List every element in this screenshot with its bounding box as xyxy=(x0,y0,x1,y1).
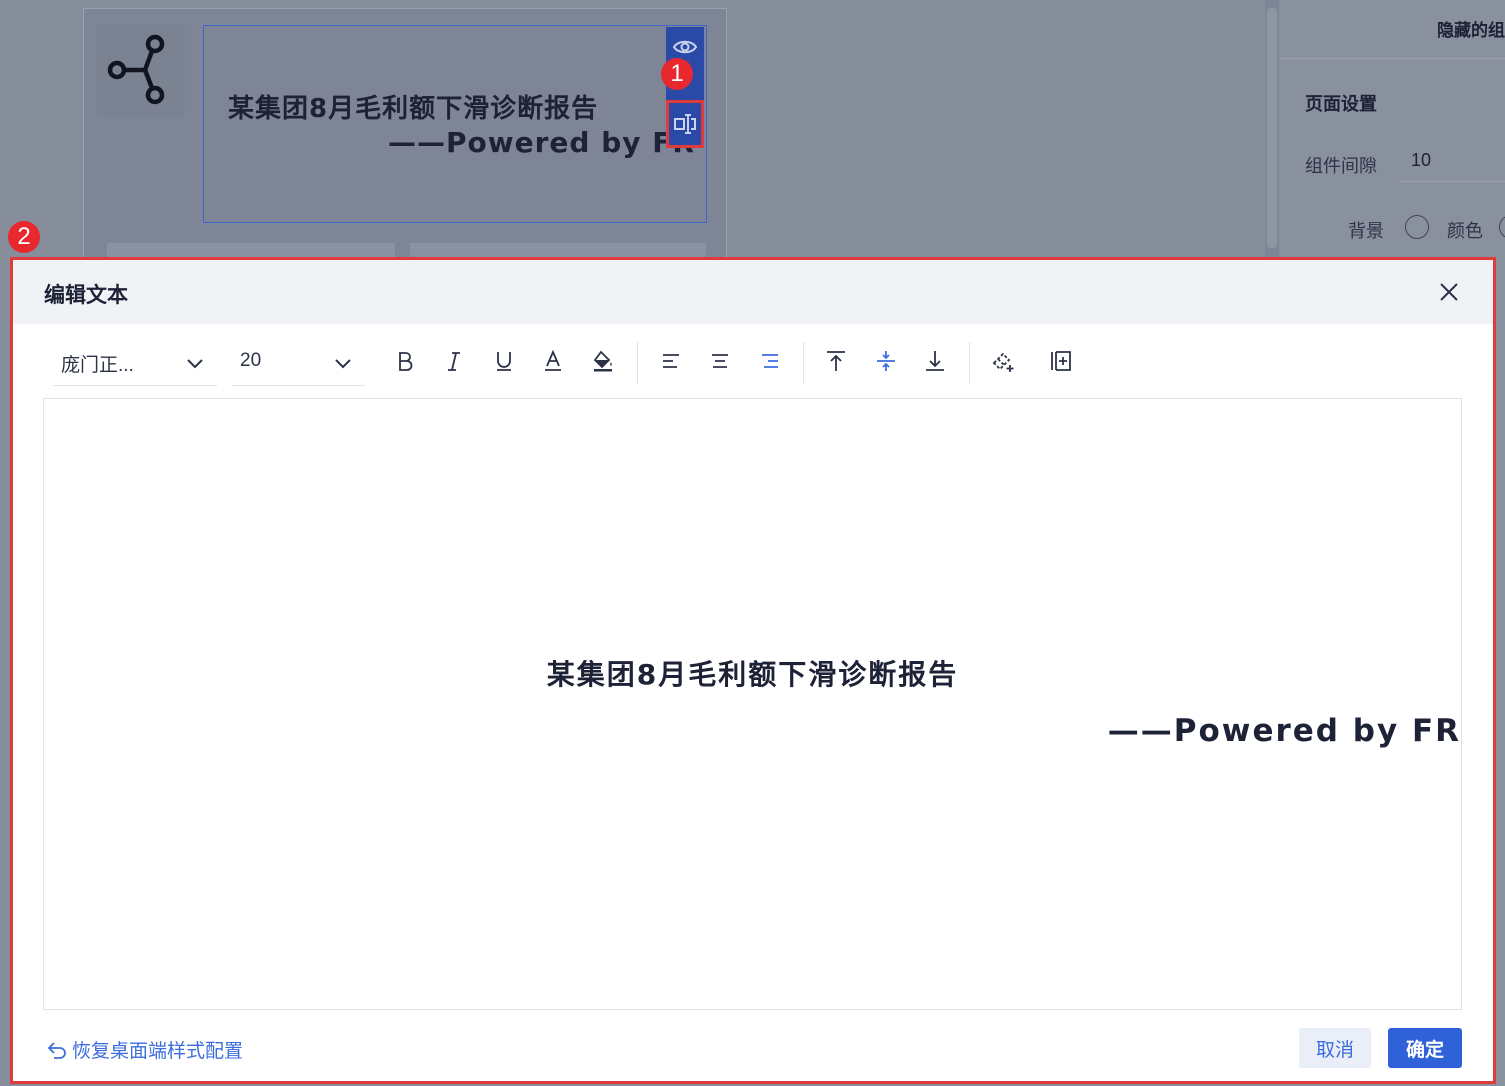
component-gap-value: 10 xyxy=(1411,150,1432,170)
rich-text-editor[interactable]: 某集团8月毛利额下滑诊断报告 ——Powered by FR xyxy=(43,398,1462,1010)
italic-button[interactable] xyxy=(437,344,471,378)
edit-text-dialog: 编辑文本 庞门正... 20 某集团8月毛利额下滑诊断报告 ——Powered … xyxy=(13,260,1493,1081)
editor-text-line1[interactable]: 某集团8月毛利额下滑诊断报告 xyxy=(44,653,1461,693)
underline-button[interactable] xyxy=(487,344,521,378)
restore-desktop-style-link[interactable]: 恢复桌面端样式配置 xyxy=(46,1036,243,1063)
canvas-title-line2: ——Powered by FR xyxy=(388,126,695,159)
canvas-scrollbar-thumb[interactable] xyxy=(1267,8,1277,248)
fill-color-button[interactable] xyxy=(586,344,620,378)
undo-icon xyxy=(47,1041,66,1059)
chevron-down-icon xyxy=(335,359,351,369)
clear-format-icon xyxy=(992,352,1014,372)
annotation-badge-1: 1 xyxy=(661,58,693,90)
insert-column-icon xyxy=(1051,351,1071,371)
font-color-icon xyxy=(545,350,561,371)
align-center-button[interactable] xyxy=(703,344,737,378)
valign-bottom-icon xyxy=(926,351,944,371)
align-center-icon xyxy=(712,354,728,368)
text-format-toolbar: 庞门正... 20 xyxy=(13,324,1493,396)
dialog-title: 编辑文本 xyxy=(44,284,128,307)
close-button[interactable] xyxy=(1437,280,1461,304)
close-icon xyxy=(1440,283,1458,301)
align-left-button[interactable] xyxy=(654,344,688,378)
eye-icon xyxy=(672,40,698,54)
background-color-label: 颜色 xyxy=(1447,221,1483,241)
valign-top-icon xyxy=(827,351,845,371)
confirm-button[interactable]: 确定 xyxy=(1388,1028,1462,1068)
share-icon-tile xyxy=(97,24,185,118)
toolbar-divider xyxy=(803,342,804,384)
underline-icon xyxy=(497,352,511,371)
italic-icon xyxy=(448,352,460,371)
font-size-value: 20 xyxy=(240,350,262,371)
restore-link-label: 恢复桌面端样式配置 xyxy=(72,1041,244,1062)
cancel-button[interactable]: 取消 xyxy=(1299,1028,1371,1068)
valign-middle-button[interactable] xyxy=(869,344,903,378)
toolbar-divider xyxy=(969,342,970,384)
clear-format-button[interactable] xyxy=(986,344,1020,378)
font-family-select[interactable]: 庞门正... xyxy=(53,341,217,386)
font-color-button[interactable] xyxy=(536,344,570,378)
fill-color-icon xyxy=(593,350,612,372)
align-left-icon xyxy=(663,354,679,368)
bold-button[interactable] xyxy=(388,344,422,378)
dialog-header: 编辑文本 xyxy=(13,260,1493,324)
background-label: 背景 xyxy=(1348,221,1384,241)
chevron-down-icon xyxy=(187,359,203,369)
edit-text-button[interactable] xyxy=(666,100,704,148)
valign-middle-icon xyxy=(877,351,895,371)
component-gap-label: 组件间隙 xyxy=(1305,156,1377,176)
align-right-button[interactable] xyxy=(753,344,787,378)
valign-top-button[interactable] xyxy=(819,344,853,378)
font-size-select[interactable]: 20 xyxy=(232,341,365,386)
canvas-title-line1: 某集团8月毛利额下滑诊断报告 xyxy=(228,94,599,124)
toolbar-divider xyxy=(637,342,638,384)
hidden-components-tab[interactable]: 隐藏的组 xyxy=(1437,16,1505,41)
bold-icon xyxy=(399,352,413,371)
align-right-icon xyxy=(762,354,778,368)
editor-text-line2[interactable]: ——Powered by FR xyxy=(1108,713,1461,749)
valign-bottom-button[interactable] xyxy=(918,344,952,378)
share-icon xyxy=(107,34,165,105)
annotation-badge-2: 2 xyxy=(8,221,40,253)
background-radio-none[interactable] xyxy=(1405,215,1429,239)
text-edit-icon xyxy=(674,114,696,134)
insert-column-button[interactable] xyxy=(1044,344,1078,378)
font-family-value: 庞门正... xyxy=(61,355,134,376)
page-settings-heading: 页面设置 xyxy=(1305,94,1377,114)
